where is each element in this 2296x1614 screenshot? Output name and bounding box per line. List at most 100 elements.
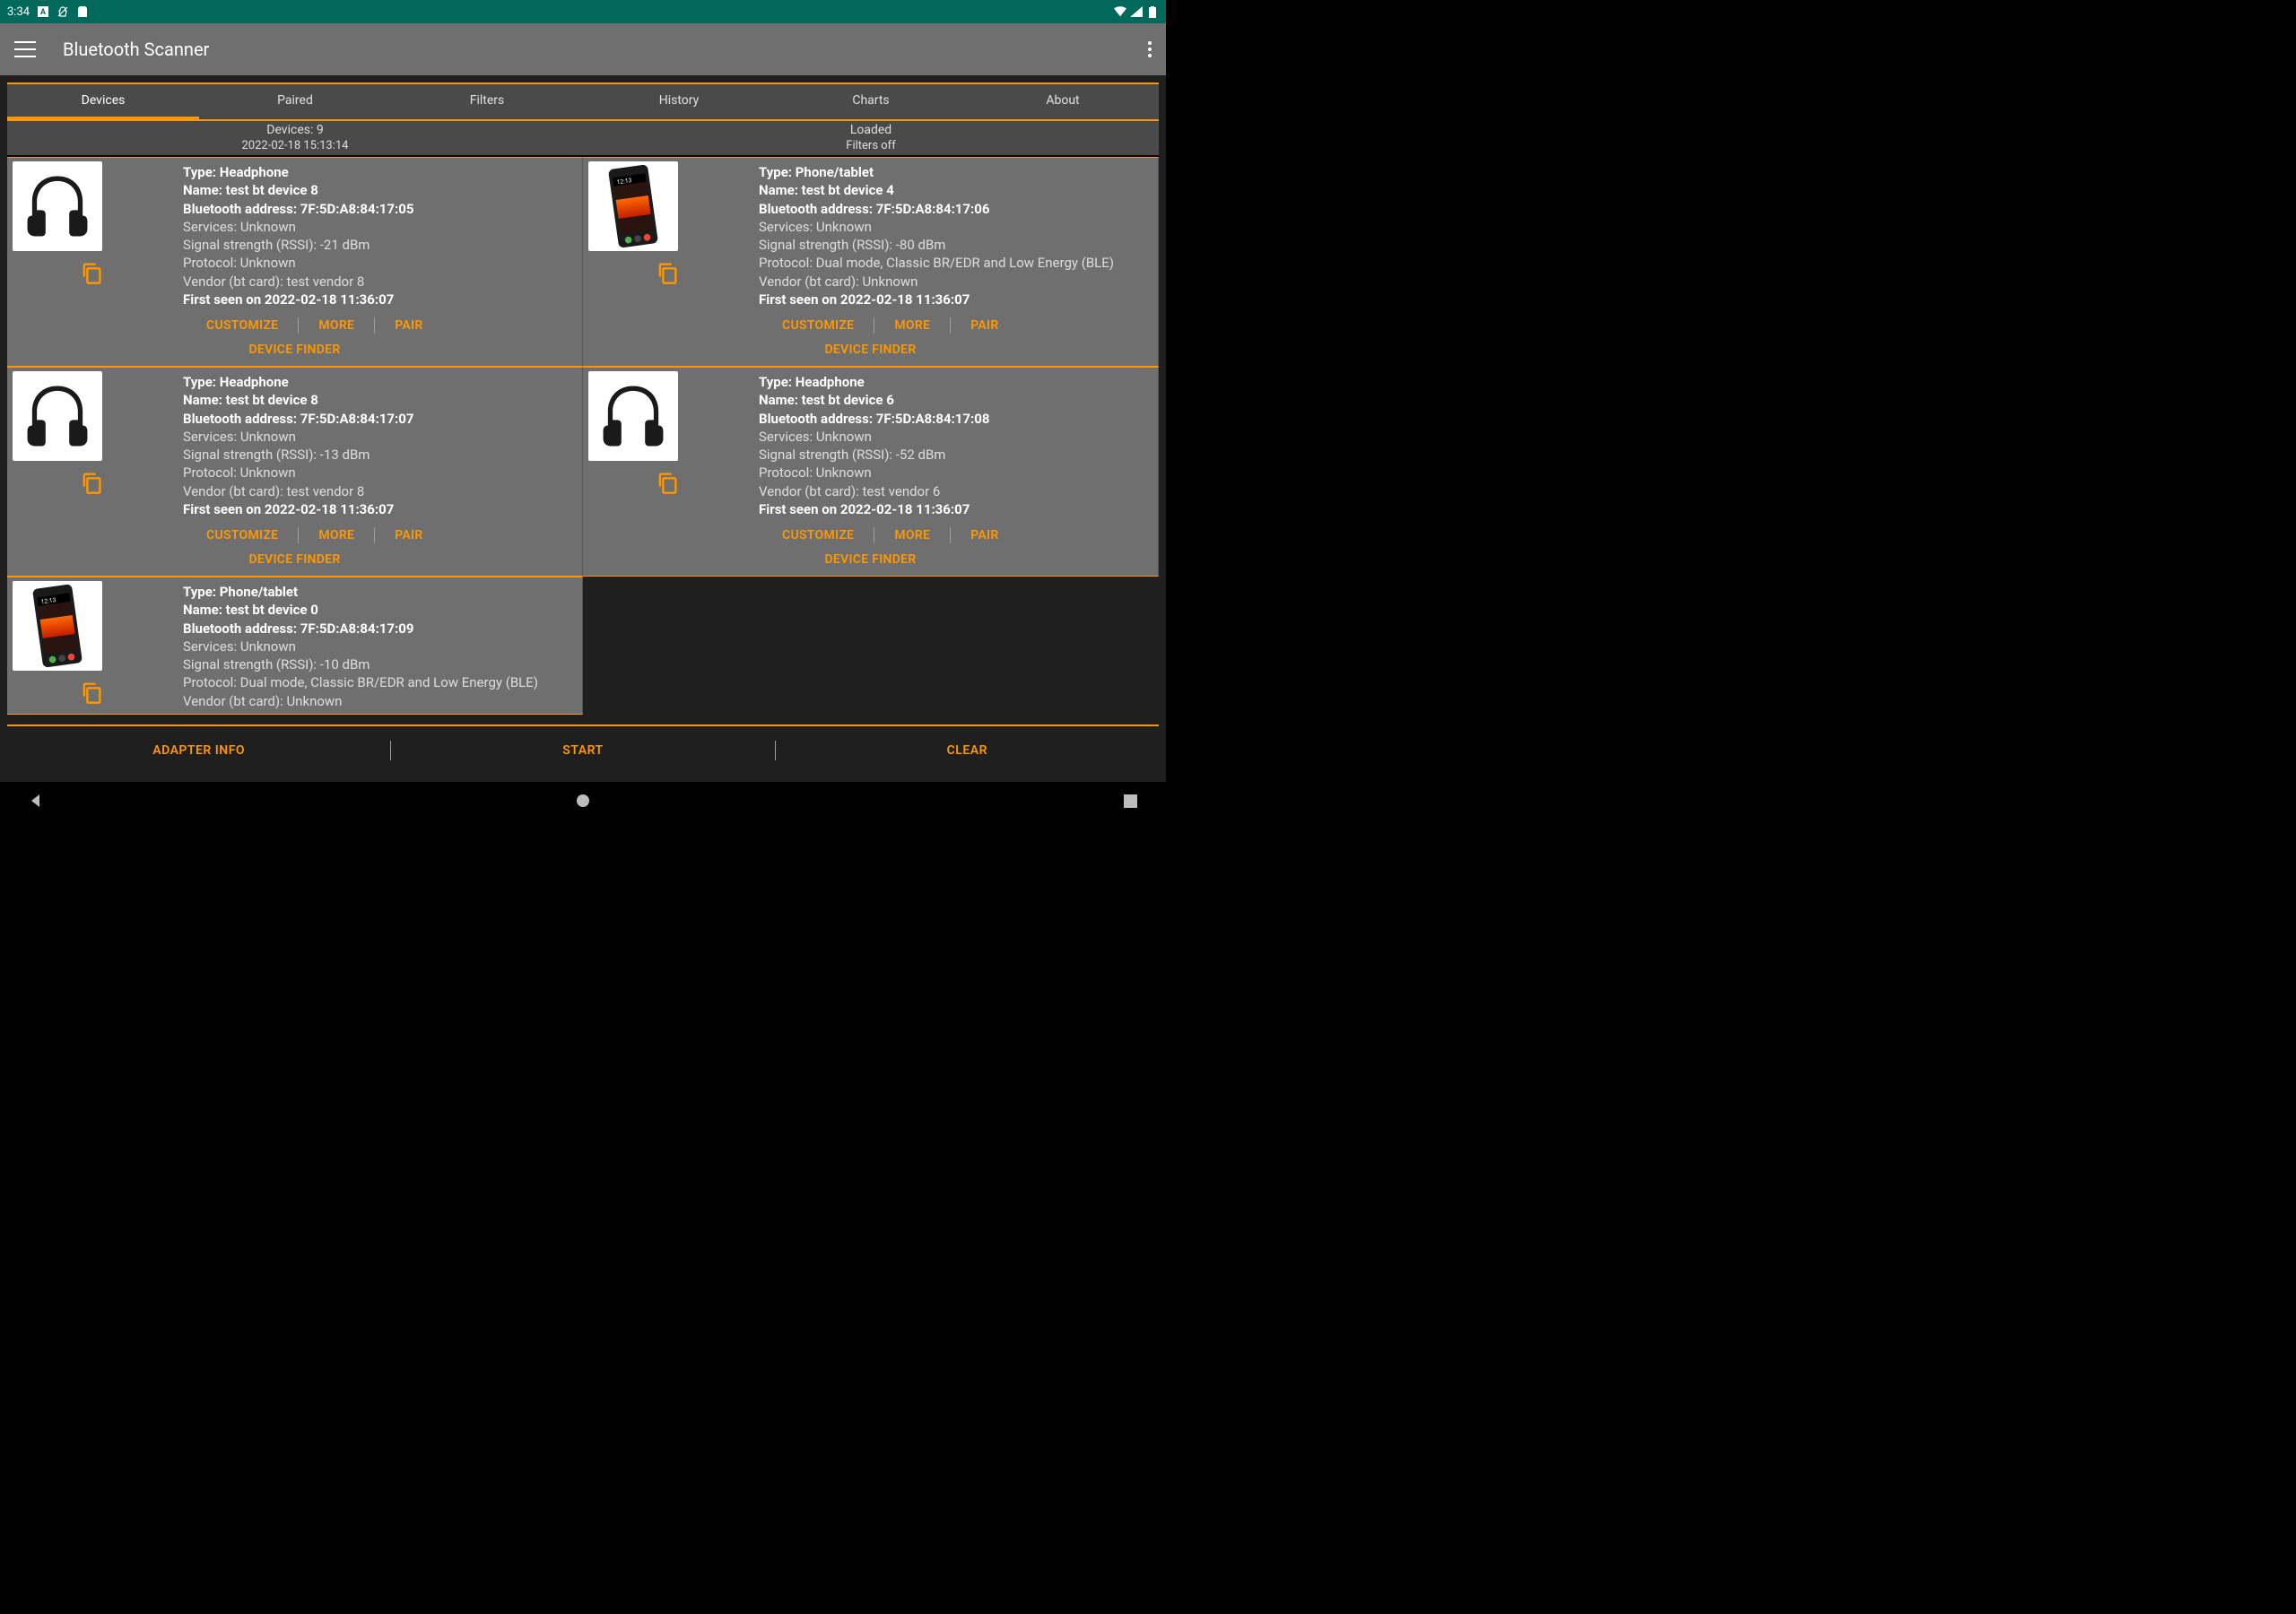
device-finder-button[interactable]: DEVICE FINDER (583, 337, 1158, 366)
device-services: Services: Unknown (183, 428, 577, 446)
device-card[interactable]: Type: Headphone Name: test bt device 8 B… (7, 157, 583, 367)
loaded-status: Loaded (583, 121, 1159, 139)
device-finder-button[interactable]: DEVICE FINDER (7, 337, 582, 366)
copy-icon[interactable] (655, 260, 680, 289)
device-address: Bluetooth address: 7F:5D:A8:84:17:05 (183, 201, 413, 217)
android-status-bar: 3:34 A (0, 0, 1166, 23)
device-services: Services: Unknown (759, 218, 1152, 236)
device-address: Bluetooth address: 7F:5D:A8:84:17:09 (183, 620, 413, 637)
headphone-icon (13, 161, 102, 251)
device-vendor: Vendor (bt card): test vendor 8 (183, 482, 577, 500)
device-services: Services: Unknown (759, 428, 1152, 446)
device-type: Type: Phone/tablet (183, 584, 298, 600)
more-button[interactable]: MORE (299, 318, 374, 333)
overflow-menu-icon[interactable] (1148, 41, 1152, 57)
copy-icon[interactable] (79, 470, 104, 499)
phone-icon: 12:13 (588, 161, 678, 251)
device-name-label: Name: test bt device 8 (183, 392, 318, 408)
device-card[interactable]: 12:13 Type: Phone/tablet Name: test bt d… (7, 577, 583, 715)
more-button[interactable]: MORE (874, 318, 950, 333)
tab-charts[interactable]: Charts (775, 84, 967, 119)
device-protocol: Protocol: Unknown (183, 254, 577, 272)
device-name-label: Name: test bt device 6 (759, 392, 894, 408)
device-vendor: Vendor (bt card): Unknown (183, 692, 577, 710)
device-protocol: Protocol: Unknown (183, 464, 577, 482)
pair-button[interactable]: PAIR (375, 528, 442, 542)
customize-button[interactable]: CUSTOMIZE (762, 528, 874, 542)
app-bar: Bluetooth Scanner (0, 23, 1166, 75)
status-icon-sd (76, 5, 89, 18)
device-info: Type: Headphone Name: test bt device 8 B… (102, 161, 577, 312)
device-protocol: Protocol: Unknown (759, 464, 1152, 482)
headphone-icon (588, 371, 678, 461)
device-info: Type: Headphone Name: test bt device 6 B… (678, 371, 1152, 522)
content-area: Devices Paired Filters History Charts Ab… (0, 75, 1166, 782)
tab-paired[interactable]: Paired (199, 84, 391, 119)
signal-icon (1130, 5, 1143, 18)
copy-icon[interactable] (79, 680, 104, 708)
device-info: Type: Headphone Name: test bt device 8 B… (102, 371, 577, 522)
status-icon-a: A (37, 5, 49, 18)
tab-devices[interactable]: Devices (7, 84, 199, 119)
recents-icon[interactable] (1119, 790, 1141, 811)
device-rssi: Signal strength (RSSI): -13 dBm (183, 446, 577, 464)
device-rssi: Signal strength (RSSI): -80 dBm (759, 236, 1152, 254)
tab-bar: Devices Paired Filters History Charts Ab… (7, 82, 1159, 121)
device-card[interactable]: Type: Headphone Name: test bt device 8 B… (7, 367, 583, 577)
device-info: Type: Phone/tablet Name: test bt device … (102, 581, 577, 714)
device-protocol: Protocol: Dual mode, Classic BR/EDR and … (759, 254, 1152, 272)
app-title: Bluetooth Scanner (63, 39, 209, 60)
more-button[interactable]: MORE (874, 528, 950, 542)
wifi-icon (1114, 5, 1126, 18)
device-card[interactable]: Type: Headphone Name: test bt device 6 B… (583, 367, 1159, 577)
device-card[interactable]: 12:13 Type: Phone/tablet Name: test bt d… (583, 157, 1159, 367)
clear-button[interactable]: CLEAR (776, 726, 1159, 775)
clock: 3:34 (7, 5, 30, 19)
pair-button[interactable]: PAIR (951, 318, 1018, 333)
device-address: Bluetooth address: 7F:5D:A8:84:17:08 (759, 411, 989, 427)
copy-icon[interactable] (79, 260, 104, 289)
bottom-action-bar: ADAPTER INFO START CLEAR (7, 725, 1159, 775)
device-first-seen: First seen on 2022-02-18 11:36:07 (183, 501, 394, 517)
customize-button[interactable]: CUSTOMIZE (762, 318, 874, 333)
copy-icon[interactable] (655, 470, 680, 499)
tab-filters[interactable]: Filters (391, 84, 583, 119)
device-name-label: Name: test bt device 4 (759, 182, 894, 198)
device-info: Type: Phone/tablet Name: test bt device … (678, 161, 1152, 312)
more-button[interactable]: MORE (299, 528, 374, 542)
summary-row: Devices: 9 Loaded (7, 121, 1159, 139)
hamburger-icon[interactable] (14, 41, 36, 57)
device-finder-button[interactable]: DEVICE FINDER (583, 547, 1158, 576)
tab-history[interactable]: History (583, 84, 775, 119)
device-address: Bluetooth address: 7F:5D:A8:84:17:07 (183, 411, 413, 427)
device-vendor: Vendor (bt card): Unknown (759, 273, 1152, 291)
device-type: Type: Phone/tablet (759, 164, 874, 180)
adapter-info-button[interactable]: ADAPTER INFO (7, 726, 390, 775)
device-finder-button[interactable]: DEVICE FINDER (7, 547, 582, 576)
tab-about[interactable]: About (967, 84, 1159, 119)
pair-button[interactable]: PAIR (951, 528, 1018, 542)
device-first-seen: First seen on 2022-02-18 11:36:07 (183, 291, 394, 308)
device-first-seen: First seen on 2022-02-18 11:36:07 (759, 501, 970, 517)
device-type: Type: Headphone (759, 374, 865, 390)
device-name-label: Name: test bt device 8 (183, 182, 318, 198)
home-icon[interactable] (572, 790, 594, 811)
device-services: Services: Unknown (183, 638, 577, 655)
device-list[interactable]: Type: Headphone Name: test bt device 8 B… (7, 157, 1159, 725)
device-services: Services: Unknown (183, 218, 577, 236)
device-type: Type: Headphone (183, 164, 289, 180)
pair-button[interactable]: PAIR (375, 318, 442, 333)
headphone-icon (13, 371, 102, 461)
battery-icon (1146, 5, 1159, 18)
device-first-seen: First seen on 2022-02-18 11:36:07 (759, 291, 970, 308)
scan-timestamp: 2022-02-18 15:13:14 (7, 139, 583, 155)
phone-icon: 12:13 (13, 581, 102, 671)
back-icon[interactable] (25, 790, 47, 811)
start-button[interactable]: START (391, 726, 774, 775)
device-address: Bluetooth address: 7F:5D:A8:84:17:06 (759, 201, 989, 217)
customize-button[interactable]: CUSTOMIZE (187, 318, 298, 333)
android-nav-bar (0, 782, 1166, 820)
status-icon-strike (57, 5, 69, 18)
filter-status: Filters off (583, 139, 1159, 155)
customize-button[interactable]: CUSTOMIZE (187, 528, 298, 542)
